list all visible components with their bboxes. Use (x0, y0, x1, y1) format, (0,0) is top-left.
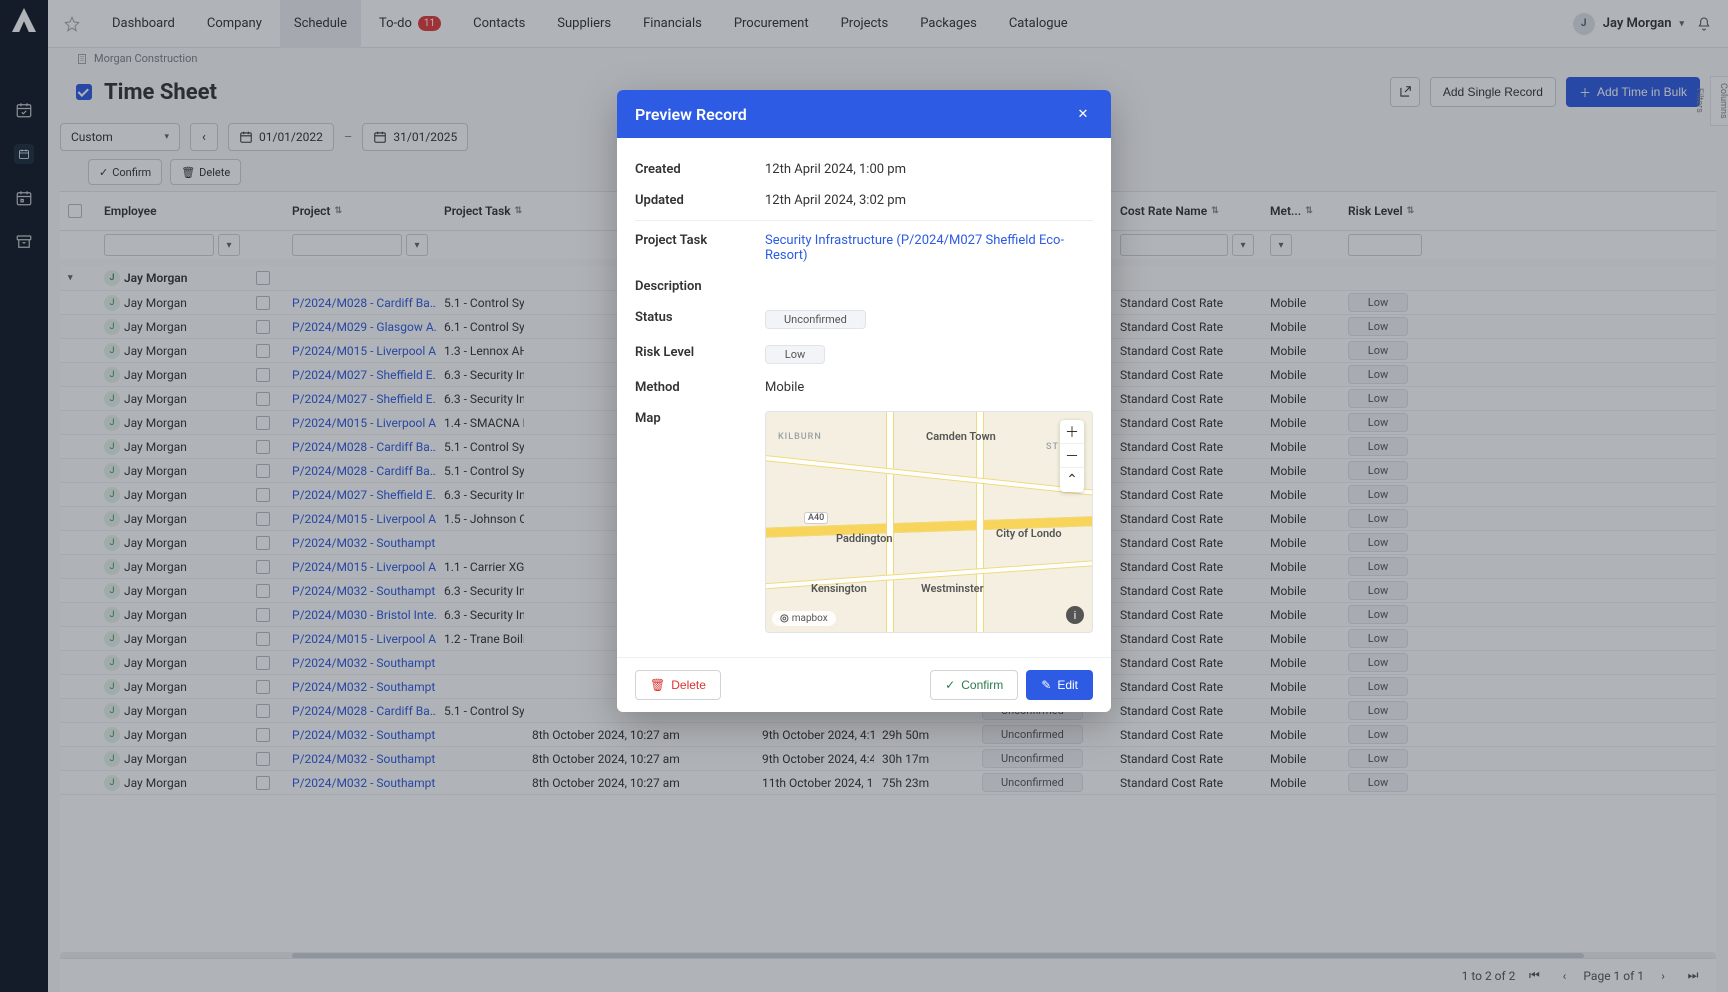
map-label-city: City of Londo (996, 527, 1062, 540)
risk-label: Risk Level (635, 345, 765, 360)
modal-body: Created12th April 2024, 1:00 pm Updated1… (617, 138, 1111, 657)
modal-confirm-button[interactable]: ✓Confirm (930, 670, 1018, 700)
zoom-in-button[interactable]: ＋ (1060, 420, 1084, 444)
modal-backdrop[interactable]: Preview Record ✕ Created12th April 2024,… (0, 0, 1728, 992)
close-icon[interactable]: ✕ (1073, 104, 1093, 124)
updated-value: 12th April 2024, 3:02 pm (765, 193, 1093, 208)
zoom-out-button[interactable]: － (1060, 444, 1084, 468)
map-widget[interactable]: Camden Town Paddington City of Londo Ken… (765, 411, 1093, 633)
map-label-kensington: Kensington (811, 582, 867, 595)
updated-label: Updated (635, 193, 765, 208)
created-value: 12th April 2024, 1:00 pm (765, 162, 1093, 177)
map-controls: ＋ － ⌃ (1060, 420, 1084, 492)
map-label-a40: A40 (804, 512, 828, 524)
map-label: Map (635, 411, 765, 426)
map-label-st: ST (1046, 442, 1059, 452)
modal-title: Preview Record (635, 105, 747, 124)
risk-pill: Low (765, 345, 825, 364)
modal-delete-button[interactable]: 🗑Delete (635, 670, 721, 700)
edit-icon: ✎ (1041, 678, 1051, 692)
status-pill: Unconfirmed (765, 310, 866, 329)
description-label: Description (635, 279, 765, 294)
map-label-westminster: Westminster (921, 582, 984, 595)
map-canvas: Camden Town Paddington City of Londo Ken… (766, 412, 1092, 632)
method-value: Mobile (765, 380, 1093, 395)
check-icon: ✓ (945, 678, 955, 692)
map-info-button[interactable]: i (1066, 606, 1084, 624)
trash-icon: 🗑 (650, 678, 665, 692)
map-label-kilburn: KILBURN (778, 432, 822, 442)
modal-footer: 🗑Delete ✓Confirm ✎Edit (617, 657, 1111, 712)
mapbox-attribution: ◎mapbox (772, 611, 836, 626)
modal-edit-button[interactable]: ✎Edit (1026, 670, 1093, 700)
task-label: Project Task (635, 233, 765, 248)
map-label-camden: Camden Town (926, 430, 996, 443)
created-label: Created (635, 162, 765, 177)
status-label: Status (635, 310, 765, 325)
preview-record-modal: Preview Record ✕ Created12th April 2024,… (617, 90, 1111, 712)
map-label-paddington: Paddington (836, 532, 892, 545)
compass-button[interactable]: ⌃ (1060, 468, 1084, 492)
modal-header: Preview Record ✕ (617, 90, 1111, 138)
task-link[interactable]: Security Infrastructure (P/2024/M027 She… (765, 233, 1093, 263)
method-label: Method (635, 380, 765, 395)
